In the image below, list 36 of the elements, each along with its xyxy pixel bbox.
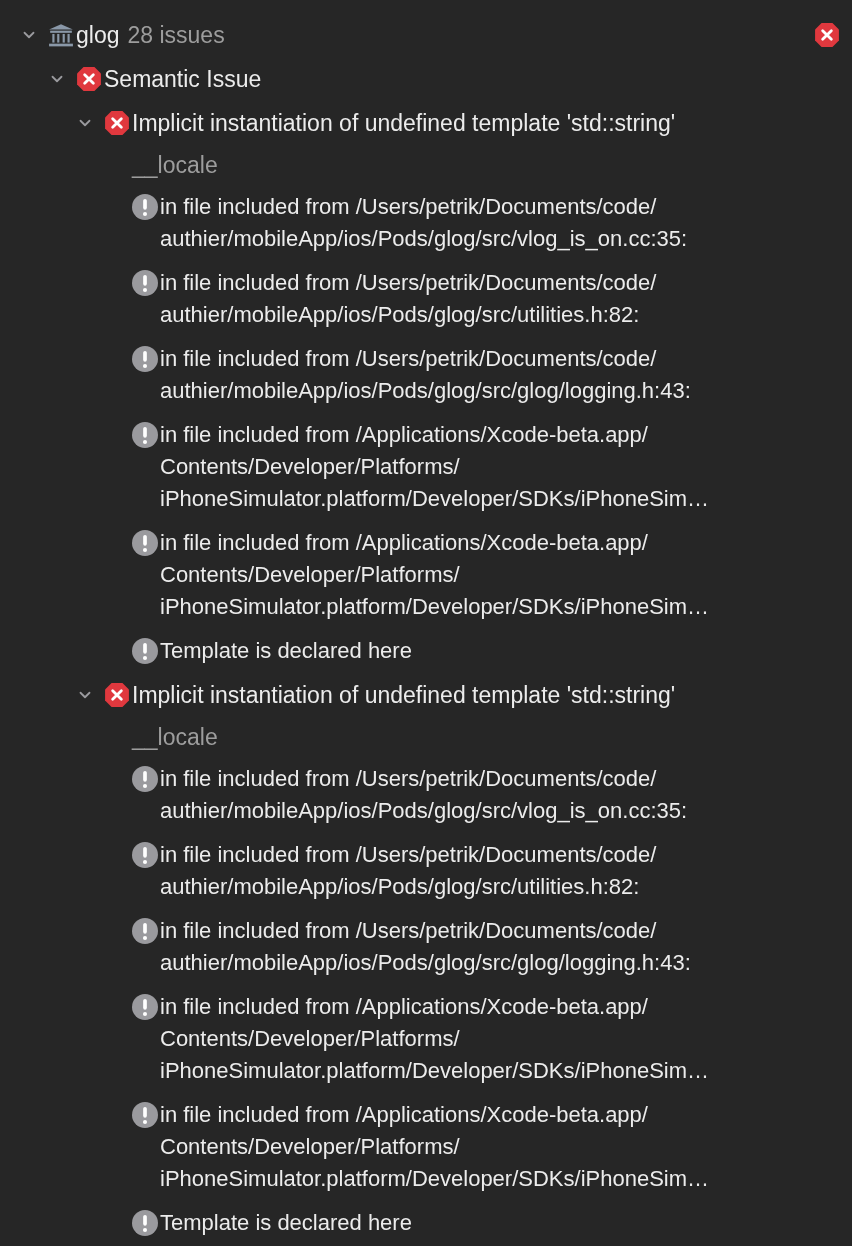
issue-title: Semantic Issue <box>104 64 262 94</box>
note-icon <box>132 270 158 296</box>
issue-detail: __locale <box>132 151 218 180</box>
note-icon <box>132 422 158 448</box>
issue-title: Implicit instantiation of undefined template 'std::string' <box>132 680 676 710</box>
note-icon <box>132 1102 158 1128</box>
note-text: in file included from /Applications/Xcode-beta.app/ Contents/Developer/Platforms/ iPhoneSimulator.platform/Developer/SDKs/iPhoneSim… <box>160 1101 711 1193</box>
project-name: glog <box>76 20 120 50</box>
note-icon <box>132 346 158 372</box>
note-icon <box>132 994 158 1020</box>
note-text: in file included from /Users/petrik/Documents/code/ authier/mobileApp/ios/Pods/glog/src/utilities.h:82: <box>160 841 658 901</box>
note-text: in file included from /Users/petrik/Documents/code/ authier/mobileApp/ios/Pods/glog/src/glog/logging.h:43: <box>160 917 692 977</box>
note-icon <box>132 1210 158 1236</box>
error-badge-icon <box>814 22 840 48</box>
note-icon <box>132 638 158 664</box>
note-text: Template is declared here <box>160 1209 413 1237</box>
note-icon <box>132 194 158 220</box>
note-text: in file included from /Applications/Xcode-beta.app/ Contents/Developer/Platforms/ iPhoneSimulator.platform/Developer/SDKs/iPhoneSim… <box>160 421 711 513</box>
note-text: in file included from /Users/petrik/Documents/code/ authier/mobileApp/ios/Pods/glog/src/glog/logging.h:43: <box>160 345 692 405</box>
error-icon <box>76 66 102 92</box>
note-icon <box>132 842 158 868</box>
note-text: in file included from /Applications/Xcode-beta.app/ Contents/Developer/Platforms/ iPhoneSimulator.platform/Developer/SDKs/iPhoneSim… <box>160 993 711 1085</box>
note-icon <box>132 766 158 792</box>
error-icon <box>104 682 130 708</box>
note-text: in file included from /Users/petrik/Documents/code/ authier/mobileApp/ios/Pods/glog/src/vlog_is_on.cc:35: <box>160 765 689 825</box>
note-text: Template is declared here <box>160 637 413 665</box>
building-icon <box>48 22 74 48</box>
issue-title: Implicit instantiation of undefined template 'std::string' <box>132 108 676 138</box>
note-icon <box>132 918 158 944</box>
issue-count: 28 issues <box>127 20 225 50</box>
note-text: in file included from /Applications/Xcode-beta.app/ Contents/Developer/Platforms/ iPhoneSimulator.platform/Developer/SDKs/iPhoneSim… <box>160 529 711 621</box>
note-text: in file included from /Users/petrik/Documents/code/ authier/mobileApp/ios/Pods/glog/src/vlog_is_on.cc:35: <box>160 193 689 253</box>
issue-detail: __locale <box>132 723 218 752</box>
note-icon <box>132 530 158 556</box>
error-icon <box>104 110 130 136</box>
note-text: in file included from /Users/petrik/Documents/code/ authier/mobileApp/ios/Pods/glog/src/utilities.h:82: <box>160 269 658 329</box>
